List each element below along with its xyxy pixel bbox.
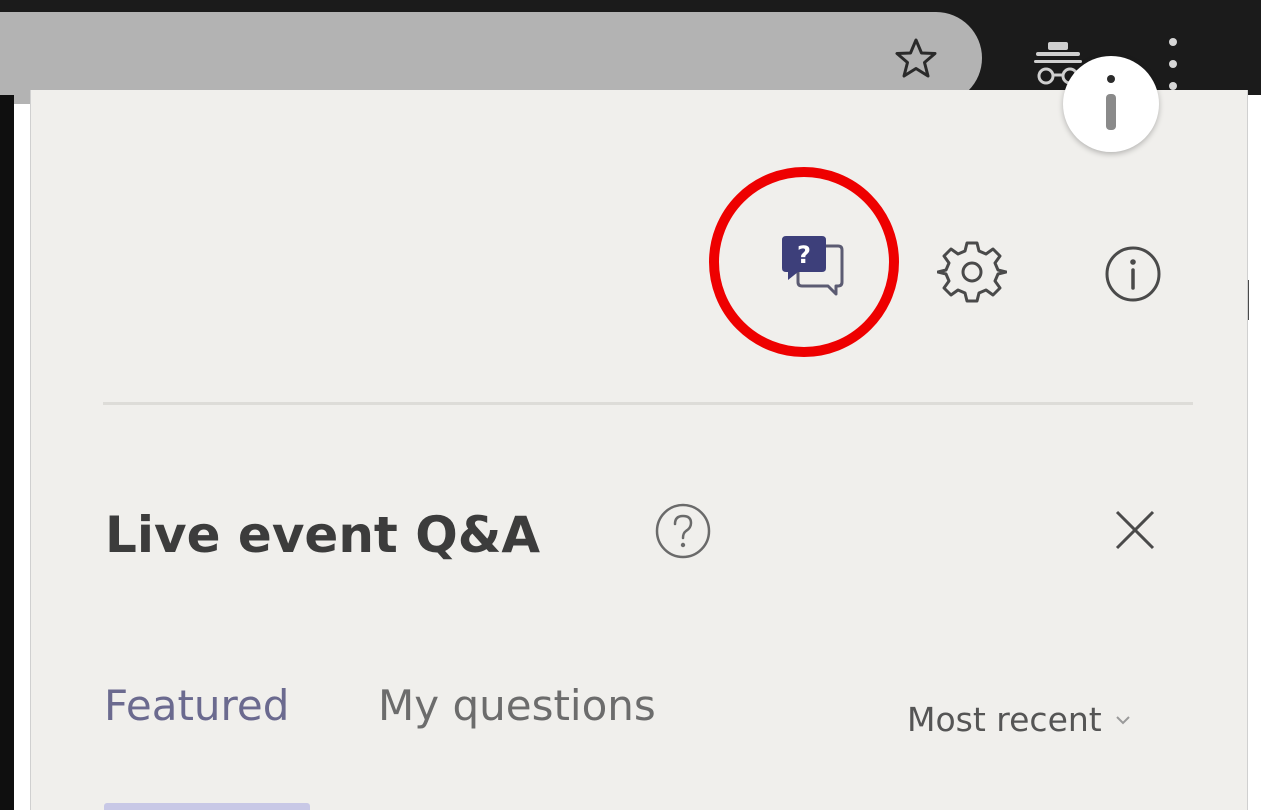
panel-title: Live event Q&A — [105, 506, 541, 564]
divider — [103, 402, 1193, 405]
gear-icon[interactable] — [937, 237, 1007, 307]
qa-chat-icon[interactable]: ? — [778, 232, 848, 302]
tab-my-questions[interactable]: My questions — [378, 678, 656, 734]
info-icon[interactable] — [1103, 244, 1163, 304]
sort-dropdown-label: Most recent — [907, 700, 1102, 739]
svg-text:?: ? — [797, 241, 811, 269]
page-left-edge — [0, 95, 14, 810]
kebab-menu-icon[interactable] — [1162, 38, 1184, 94]
floating-info-badge[interactable] — [1063, 56, 1159, 152]
star-icon[interactable] — [893, 36, 939, 82]
help-icon[interactable] — [653, 501, 713, 561]
info-bar — [1106, 94, 1116, 130]
close-icon[interactable] — [1109, 504, 1161, 556]
screenshot-stage: ? Live event Q&A Featured My questions M… — [0, 0, 1261, 810]
active-tab-indicator — [104, 803, 310, 810]
tab-featured[interactable]: Featured — [104, 678, 289, 734]
chevron-down-icon — [1116, 716, 1130, 725]
page-right-edge — [1247, 95, 1261, 810]
info-dot — [1107, 75, 1115, 83]
sort-dropdown[interactable]: Most recent — [907, 695, 1132, 745]
